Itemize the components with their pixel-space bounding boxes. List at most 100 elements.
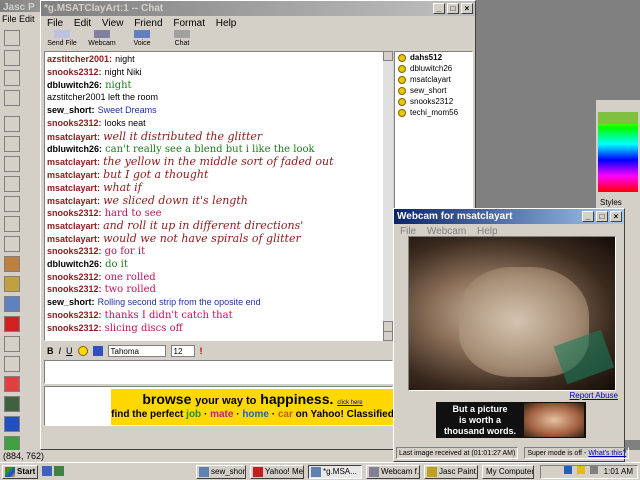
task-sew-short[interactable]: sew_short'... — [196, 465, 246, 479]
message-username[interactable]: msatclayart: — [47, 170, 100, 180]
menu-edit[interactable]: Edit — [19, 14, 35, 24]
eraser-icon[interactable] — [4, 376, 20, 392]
message-username[interactable]: snooks2312: — [47, 118, 102, 128]
messenger-tray-icon[interactable] — [577, 466, 586, 474]
scratch-remover-icon[interactable] — [4, 356, 20, 372]
freehand-tool-icon[interactable] — [4, 236, 20, 252]
deform-tool-icon[interactable] — [4, 156, 20, 172]
message-username[interactable]: msatclayart: — [47, 234, 100, 244]
task-label: Yahoo! Me... — [265, 467, 304, 476]
close-button[interactable]: × — [461, 3, 473, 14]
whats-this-link[interactable]: What's this? — [588, 450, 626, 457]
move-tool-icon[interactable] — [4, 196, 20, 212]
menu-friend[interactable]: Friend — [134, 18, 162, 29]
font-select[interactable]: Tahoma — [107, 345, 166, 357]
user-list-item[interactable]: dahs512 — [395, 52, 472, 63]
image-icon[interactable] — [4, 90, 20, 106]
network-icon[interactable] — [563, 466, 572, 474]
message-username[interactable]: snooks2312: — [47, 272, 102, 282]
task-yahoo-messenger[interactable]: Yahoo! Me... — [250, 465, 304, 479]
menu-file[interactable]: File — [47, 18, 63, 29]
message-username[interactable]: dbluwitch26: — [47, 80, 102, 90]
new-icon[interactable] — [4, 30, 20, 46]
volume-icon[interactable] — [590, 466, 599, 474]
message-username[interactable]: msatclayart: — [47, 157, 100, 167]
message-username[interactable]: azstitcher2001: — [47, 54, 112, 64]
user-name: techi_mom56 — [410, 108, 459, 117]
crop-tool-icon[interactable] — [4, 176, 20, 192]
message-list[interactable]: azstitcher2001: night snooks2312: night N… — [44, 51, 391, 341]
message-scrollbar[interactable] — [383, 51, 393, 341]
message-username[interactable]: sew_short: — [47, 105, 95, 115]
message-username[interactable]: msatclayart: — [47, 221, 100, 231]
user-list-item[interactable]: snooks2312 — [395, 96, 472, 107]
message-username[interactable]: snooks2312: — [47, 208, 102, 218]
italic-button[interactable]: I — [59, 346, 62, 356]
size-select[interactable]: 12 — [170, 345, 195, 357]
voice-button[interactable]: Voice — [125, 30, 159, 47]
yahoo-classified-ad[interactable]: browse your way to happiness. click here… — [111, 389, 394, 425]
menu-help[interactable]: Help — [216, 18, 237, 29]
clone-brush-icon[interactable] — [4, 296, 20, 312]
bold-button[interactable]: B — [47, 346, 54, 356]
color-swatch[interactable] — [598, 112, 638, 124]
grid-icon[interactable] — [4, 70, 20, 86]
message-username[interactable]: dbluwitch26: — [47, 144, 102, 154]
minimize-button[interactable]: _ — [433, 3, 445, 14]
message-username[interactable]: sew_short: — [47, 297, 95, 307]
chat-message: msatclayart: well it distributed the gli… — [47, 130, 388, 143]
message-username[interactable]: snooks2312: — [47, 323, 102, 333]
desktop-icon[interactable] — [54, 466, 64, 476]
message-username[interactable]: snooks2312: — [47, 284, 102, 294]
menu-view[interactable]: View — [102, 18, 124, 29]
selection-tool-icon[interactable] — [4, 216, 20, 232]
menu-format[interactable]: Format — [173, 18, 205, 29]
send-file-button[interactable]: Send File — [45, 30, 79, 47]
user-list-item[interactable]: techi_mom56 — [395, 107, 472, 118]
start-button[interactable]: Start — [2, 465, 38, 479]
flood-fill-icon[interactable] — [4, 416, 20, 432]
color-palette[interactable] — [598, 112, 638, 192]
close-button[interactable]: × — [610, 211, 622, 222]
eyedropper-icon[interactable] — [4, 256, 20, 272]
chat-button[interactable]: Chat — [165, 30, 199, 47]
minimize-button[interactable]: _ — [582, 211, 594, 222]
task-chat[interactable]: *g.MSA... — [308, 465, 362, 479]
webcam-ad[interactable]: But a picture is worth a thousand words. — [436, 402, 586, 438]
message-username[interactable]: snooks2312: — [47, 310, 102, 320]
maximize-button[interactable]: □ — [596, 211, 608, 222]
report-abuse-link[interactable]: Report Abuse — [570, 391, 618, 400]
task-my-computer[interactable]: My Computer — [482, 465, 534, 479]
user-list-item[interactable]: msatclayart — [395, 74, 472, 85]
task-jasc-paint[interactable]: Jasc Paint... — [424, 465, 478, 479]
picture-tube-icon[interactable] — [4, 396, 20, 412]
message-input[interactable] — [44, 360, 393, 384]
message-username[interactable]: snooks2312: — [47, 246, 102, 256]
message-username[interactable]: snooks2312: — [47, 67, 102, 77]
ignore-icon[interactable]: ! — [200, 346, 203, 356]
paintbrush-icon[interactable] — [4, 276, 20, 292]
arrow-tool-icon[interactable] — [4, 116, 20, 132]
user-list-item[interactable]: dbluwitch26 — [395, 63, 472, 74]
retouch-icon[interactable] — [4, 336, 20, 352]
color-icon[interactable] — [92, 346, 103, 356]
underline-button[interactable]: U — [66, 346, 73, 356]
menu-file[interactable]: File — [2, 14, 17, 24]
message-username[interactable]: msatclayart: — [47, 132, 100, 142]
smiley-icon[interactable] — [77, 346, 88, 356]
ie-icon[interactable] — [42, 466, 52, 476]
task-webcam[interactable]: Webcam f... — [366, 465, 420, 479]
message-username[interactable]: dbluwitch26: — [47, 259, 102, 269]
color-replacer-icon[interactable] — [4, 316, 20, 332]
chat-ad-banner[interactable]: browse your way to happiness. click here… — [44, 386, 394, 426]
message-username[interactable]: msatclayart: — [47, 196, 100, 206]
user-list-item[interactable]: sew_short — [395, 85, 472, 96]
webcam-button[interactable]: Webcam — [85, 30, 119, 47]
maximize-button[interactable]: □ — [447, 3, 459, 14]
send-file-icon — [54, 30, 70, 38]
ad-click-here[interactable]: click here — [337, 400, 362, 406]
message-username[interactable]: msatclayart: — [47, 183, 100, 193]
menu-edit[interactable]: Edit — [74, 18, 91, 29]
open-icon[interactable] — [4, 50, 20, 66]
zoom-tool-icon[interactable] — [4, 136, 20, 152]
